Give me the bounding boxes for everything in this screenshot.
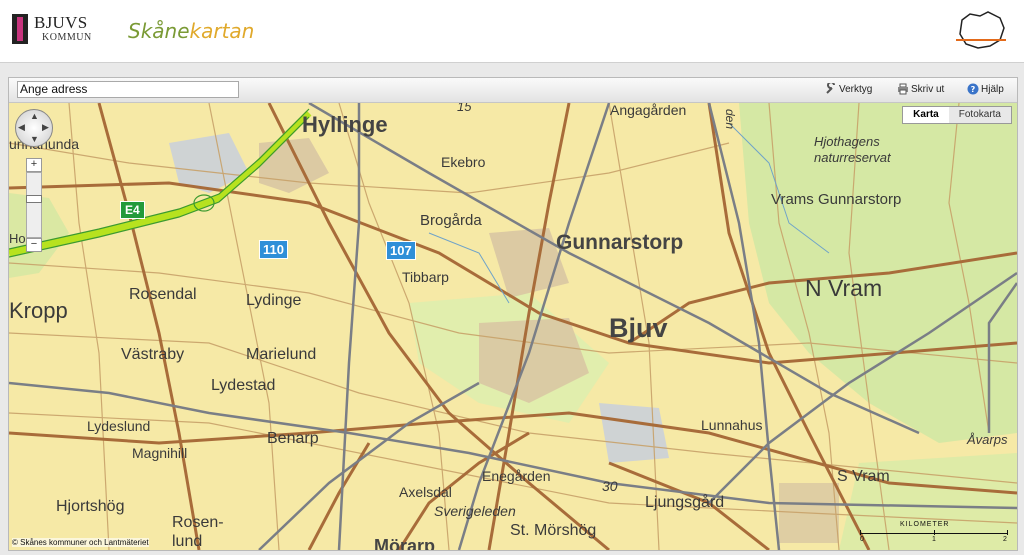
- zoom-out-button[interactable]: −: [26, 238, 42, 252]
- place-label: Hjothagens: [814, 134, 880, 149]
- place-label: Bjuv: [609, 313, 668, 343]
- place-label: Gunnarstorp: [556, 231, 684, 254]
- header: BJUVS KOMMUN Skånekartan: [0, 0, 1024, 63]
- scale-tick: [1007, 530, 1008, 535]
- help-button[interactable]: ? Hjälp: [967, 83, 1004, 97]
- map-toolbar: Ange adress Verktyg Skriv ut ? Hjälp: [9, 78, 1017, 103]
- place-label: Hyllinge: [302, 112, 388, 137]
- place-label: Brogårda: [420, 212, 482, 229]
- zoom-slider[interactable]: [26, 172, 42, 238]
- place-label: Magnihill: [132, 445, 188, 461]
- map-canvas[interactable]: Hyllinge Gunnarstorp Bjuv N Vram Kropp E…: [9, 103, 1017, 550]
- svg-text:?: ?: [971, 85, 976, 94]
- place-label: Mörarp: [374, 536, 436, 550]
- map-frame: Ange adress Verktyg Skriv ut ? Hjälp Hyl…: [8, 77, 1018, 551]
- zoom-control: + −: [26, 158, 42, 252]
- kommun-name: BJUVS: [34, 13, 88, 32]
- place-label: Lydeslund: [87, 418, 151, 434]
- logo-stripe: [17, 17, 23, 41]
- road-shield-110: 110: [259, 240, 288, 259]
- place-label: S Vram: [837, 468, 890, 485]
- map-copyright: © Skånes kommuner och Lantmäteriet: [12, 538, 149, 547]
- place-label: Enegården: [482, 468, 551, 484]
- kommun-sub: KOMMUN: [42, 32, 92, 43]
- map-type-switcher: Karta Fotokarta: [902, 106, 1012, 124]
- place-label: Kropp: [9, 298, 68, 323]
- place-label: Benarp: [267, 430, 319, 447]
- place-label: naturreservat: [814, 150, 891, 165]
- address-input[interactable]: Ange adress: [17, 81, 239, 98]
- wrench-icon: [826, 83, 835, 95]
- road-shield-107: 107: [386, 241, 416, 260]
- pan-right-icon[interactable]: ▶: [42, 123, 49, 132]
- tools-menu[interactable]: Verktyg: [825, 83, 872, 97]
- place-label: Hjortshög: [56, 498, 125, 515]
- place-label: Lydinge: [246, 292, 302, 309]
- tools-label: Verktyg: [839, 84, 873, 95]
- place-label: Ljungsgård: [645, 494, 725, 511]
- skane-region-icon[interactable]: [950, 8, 1010, 54]
- printer-icon: [898, 83, 908, 95]
- pan-up-icon[interactable]: ▲: [30, 112, 39, 121]
- zoom-in-button[interactable]: +: [26, 158, 42, 172]
- road-number-label: 30: [602, 478, 618, 494]
- place-label: N Vram: [805, 275, 883, 301]
- help-icon: ?: [967, 83, 979, 95]
- place-label: Lunnahus: [701, 417, 763, 433]
- place-label: den: [723, 109, 737, 130]
- place-label: Axelsdal: [399, 484, 452, 500]
- app-title-part2: kartan: [189, 19, 255, 43]
- kommun-logo[interactable]: [12, 14, 28, 44]
- print-label: Skriv ut: [911, 84, 945, 95]
- place-label: Rosen-: [172, 514, 224, 531]
- road-shield-e4: E4: [120, 201, 145, 219]
- maptype-fotokarta-tab[interactable]: Fotokarta: [948, 107, 1011, 123]
- help-label: Hjälp: [981, 84, 1004, 95]
- place-label: Vrams Gunnarstorp: [771, 191, 902, 208]
- place-label: Lydestad: [211, 377, 276, 394]
- app-title: Skånekartan: [128, 19, 254, 43]
- scale-number: 1: [932, 536, 936, 543]
- place-label: Västraby: [121, 346, 185, 363]
- app-title-part1: Skåne: [128, 19, 190, 43]
- road-number-label: 15: [457, 103, 472, 114]
- place-label: St. Mörshög: [510, 522, 597, 539]
- place-label: Marielund: [246, 346, 317, 363]
- place-label: lund: [172, 533, 203, 550]
- place-label: Angagården: [610, 103, 687, 118]
- place-label: Tibbarp: [402, 269, 449, 285]
- scale-number: 0: [860, 536, 864, 543]
- scale-title: KILOMETER: [900, 521, 950, 528]
- print-button[interactable]: Skriv ut: [897, 83, 944, 97]
- place-label: Sverigeleden: [434, 503, 516, 519]
- scale-tick: [860, 530, 861, 535]
- zoom-slider-handle[interactable]: [26, 195, 42, 203]
- scale-bar: KILOMETER 0 1 2: [860, 521, 1010, 544]
- pan-left-icon[interactable]: ◀: [18, 123, 25, 132]
- scale-number: 2: [1003, 536, 1007, 543]
- place-label: Rosendal: [129, 286, 197, 303]
- place-label: Ekebro: [441, 154, 486, 170]
- pan-down-icon[interactable]: ▼: [30, 135, 39, 144]
- place-label: Åvarps: [967, 432, 1008, 447]
- pan-control[interactable]: ▲ ▼ ◀ ▶: [15, 109, 53, 147]
- maptype-karta-tab[interactable]: Karta: [903, 107, 949, 123]
- scale-tick: [934, 530, 935, 535]
